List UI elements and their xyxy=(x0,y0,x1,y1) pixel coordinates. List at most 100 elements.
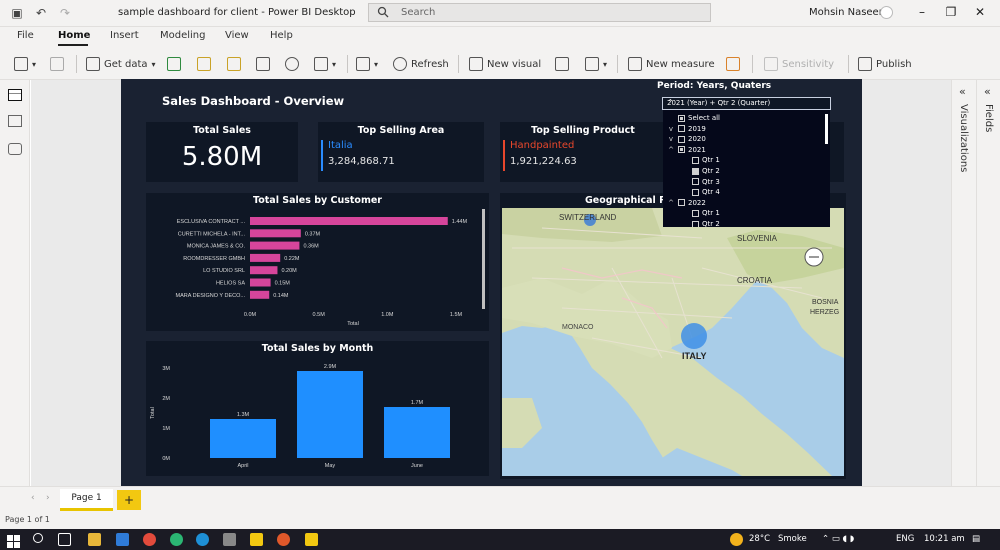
sql-button[interactable] xyxy=(227,56,241,72)
excel-button[interactable] xyxy=(167,56,181,72)
paste-button[interactable]: ▾ xyxy=(14,56,36,72)
chevron-up-icon[interactable]: ⌃ xyxy=(667,98,827,107)
text-box-button[interactable] xyxy=(555,56,569,72)
notifications-icon[interactable]: ▤ xyxy=(972,534,980,544)
slicer-item[interactable]: Select all xyxy=(667,113,720,123)
checkbox[interactable] xyxy=(678,146,685,154)
save-icon[interactable]: ▣ xyxy=(10,6,24,20)
undo-icon[interactable]: ↶ xyxy=(34,6,48,20)
avatar[interactable] xyxy=(880,6,893,19)
task-view-icon[interactable] xyxy=(58,533,71,546)
tab-view[interactable]: View xyxy=(225,30,249,41)
slicer-item[interactable]: Qtr 1 xyxy=(681,208,720,218)
tab-help[interactable]: Help xyxy=(270,30,293,41)
new-visual-button[interactable]: New visual xyxy=(469,56,541,72)
close-icon[interactable]: ✕ xyxy=(972,5,988,19)
more-visuals-button[interactable]: ▾ xyxy=(585,56,607,72)
chevron-up-icon[interactable]: ^ xyxy=(667,146,675,154)
period-slicer-dropdown[interactable]: 2021 (Year) + Qtr 2 (Quarter) ⌃ xyxy=(662,97,831,110)
whatsapp-icon[interactable] xyxy=(170,533,183,546)
visualizations-pane[interactable]: « Visualizations xyxy=(951,80,976,486)
kpi-top-selling-product[interactable]: Top Selling Product Handpainted 1,921,22… xyxy=(500,122,666,182)
tray-icons[interactable]: ⌃ ▭ ◖ ◗ xyxy=(822,534,854,544)
kpi-top-selling-area[interactable]: Top Selling Area Italia 3,284,868.71 xyxy=(318,122,484,182)
slicer-item-label: Qtr 4 xyxy=(702,188,720,197)
checkbox[interactable] xyxy=(692,178,699,186)
minimize-icon[interactable]: – xyxy=(914,5,930,19)
language[interactable]: ENG xyxy=(896,534,914,544)
page-tab-1[interactable]: Page 1 xyxy=(60,489,113,511)
map-visual[interactable]: SWITZERLAND SLOVENIA CROATIA BOSNIA HERZ… xyxy=(502,208,844,476)
checkbox[interactable] xyxy=(678,135,685,143)
dataverse-button[interactable] xyxy=(285,56,299,72)
slicer-list[interactable]: Select all v 2019 v 2020 ^ 2021 Qtr 1 Qtr 2 Qtr 3… xyxy=(663,110,830,227)
checkbox[interactable] xyxy=(692,209,699,217)
chevron-down-icon[interactable]: v xyxy=(667,125,675,133)
collapse-visualizations-icon[interactable]: « xyxy=(959,85,966,98)
chrome-icon[interactable] xyxy=(143,533,156,546)
prev-page-icon[interactable]: ‹ xyxy=(31,493,35,503)
chevron-up-icon[interactable]: ^ xyxy=(667,199,675,207)
chevron-down-icon[interactable]: v xyxy=(667,135,675,143)
format-painter-button[interactable] xyxy=(50,56,64,72)
enter-data-button[interactable] xyxy=(256,56,270,72)
new-measure-button[interactable]: New measure xyxy=(628,56,715,72)
mail-icon[interactable] xyxy=(116,533,129,546)
checkbox[interactable] xyxy=(678,125,685,133)
collapse-fields-icon[interactable]: « xyxy=(984,85,991,98)
slicer-item[interactable]: Qtr 1 xyxy=(681,155,720,165)
quick-measure-button[interactable] xyxy=(726,56,740,72)
start-icon[interactable] xyxy=(7,533,20,548)
report-view-icon[interactable] xyxy=(8,89,22,101)
restore-icon[interactable]: ❐ xyxy=(943,5,959,19)
tab-modeling[interactable]: Modeling xyxy=(160,30,206,41)
publish-button[interactable]: Publish xyxy=(858,56,912,72)
category-label: May xyxy=(325,463,336,469)
checkbox[interactable] xyxy=(692,167,699,175)
checkbox[interactable] xyxy=(692,156,699,164)
clock[interactable]: 10:21 am xyxy=(924,534,965,544)
model-view-icon[interactable] xyxy=(8,143,22,155)
customer-chart-card[interactable]: Total Sales by Customer ESCLUSIVA CONTRA… xyxy=(146,193,489,331)
app-icon[interactable] xyxy=(223,533,236,546)
sensitivity-button[interactable]: Sensitivity xyxy=(764,56,834,72)
tab-file[interactable]: File xyxy=(17,30,34,41)
next-page-icon[interactable]: › xyxy=(46,493,50,503)
refresh-button[interactable]: Refresh xyxy=(393,56,449,72)
map-label-italy: ITALY xyxy=(682,351,707,361)
recent-sources-button[interactable]: ▾ xyxy=(314,56,336,72)
search-box[interactable]: Search xyxy=(368,3,711,22)
checkbox[interactable] xyxy=(678,114,685,122)
slicer-item[interactable]: Qtr 3 xyxy=(681,177,720,187)
file-explorer-icon[interactable] xyxy=(88,533,101,546)
get-data-button[interactable]: Get data ▾ xyxy=(86,56,156,72)
month-chart-card[interactable]: Total Sales by Month 0M 1M 2M 3M Total 1.3M Ap… xyxy=(146,341,489,476)
add-page-button[interactable]: + xyxy=(117,490,141,510)
redo-icon[interactable]: ↷ xyxy=(58,6,72,20)
edge-icon[interactable] xyxy=(196,533,209,546)
slicer-item[interactable]: Qtr 2 xyxy=(681,166,720,176)
checkbox[interactable] xyxy=(692,220,699,227)
slicer-item[interactable]: Qtr 4 xyxy=(681,187,720,197)
checkbox[interactable] xyxy=(678,199,685,207)
slicer-item[interactable]: v 2019 xyxy=(667,124,706,134)
slicer-item[interactable]: Qtr 2 xyxy=(681,219,720,227)
fields-pane[interactable]: « Fields xyxy=(976,80,1000,486)
slicer-item[interactable]: v 2020 xyxy=(667,134,706,144)
search-icon[interactable] xyxy=(33,533,43,543)
tab-home[interactable]: Home xyxy=(58,30,90,41)
checkbox[interactable] xyxy=(692,188,699,196)
slicer-item[interactable]: ^ 2021 xyxy=(667,145,706,155)
slicer-scrollbar[interactable] xyxy=(825,114,828,144)
powerbi-icon[interactable] xyxy=(250,533,263,546)
dashboard-report: Sales Dashboard - Overview Total Sales 5… xyxy=(121,79,862,486)
dataset-button[interactable] xyxy=(197,56,211,72)
transform-button[interactable]: ▾ xyxy=(356,56,378,72)
tab-insert[interactable]: Insert xyxy=(110,30,139,41)
data-view-icon[interactable] xyxy=(8,115,22,127)
powerbi-icon[interactable] xyxy=(305,533,318,546)
kpi-total-sales[interactable]: Total Sales 5.80M xyxy=(146,122,298,182)
user-name[interactable]: Mohsin Naseem xyxy=(809,7,888,18)
app-icon[interactable] xyxy=(277,533,290,546)
slicer-item[interactable]: ^ 2022 xyxy=(667,198,706,208)
